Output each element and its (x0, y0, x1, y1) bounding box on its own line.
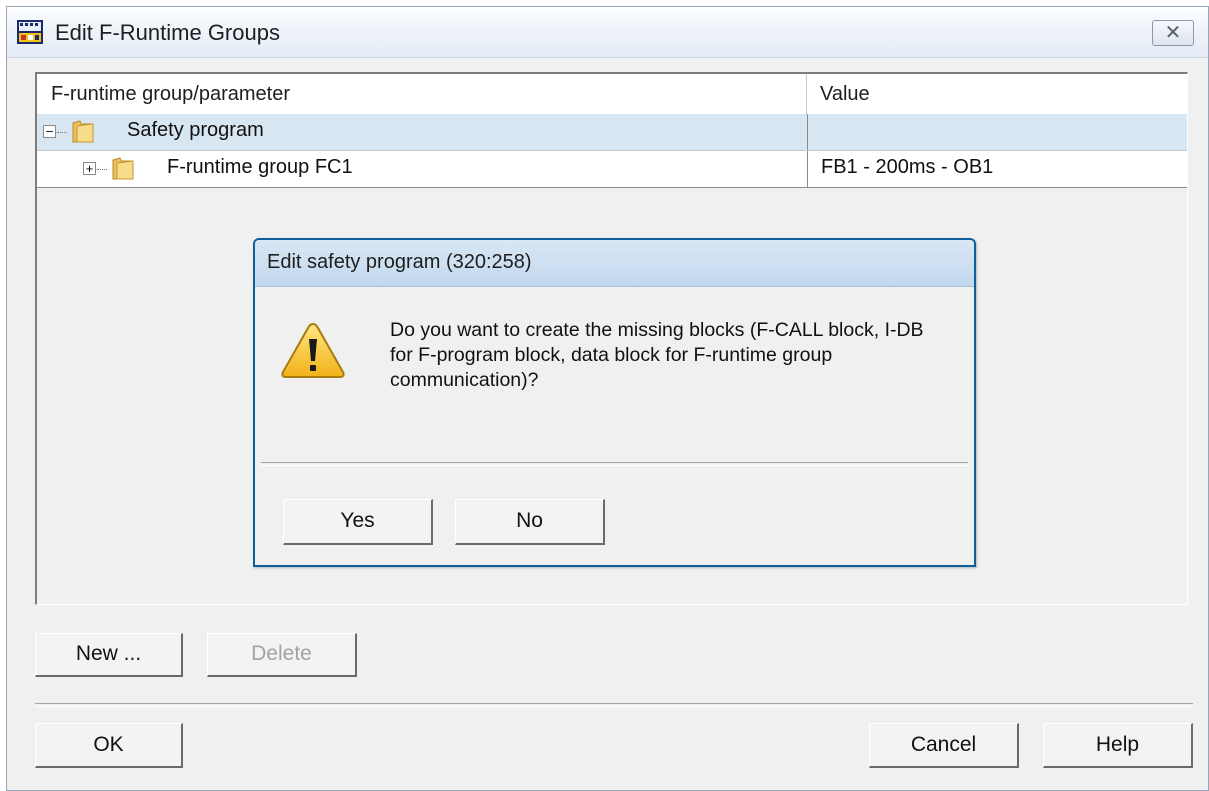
folder-icon (112, 157, 134, 180)
tree-row-f-runtime-group-fc1[interactable]: + F-runtime group FC1 FB1 - 200ms - OB1 (37, 151, 1187, 188)
no-button[interactable]: No (455, 499, 605, 545)
dialog-body: Do you want to create the missing blocks… (260, 287, 969, 462)
window-title: Edit F-Runtime Groups (55, 20, 280, 45)
column-header-value[interactable]: Value (808, 74, 1187, 114)
cancel-button[interactable]: Cancel (869, 723, 1019, 768)
close-button[interactable]: ✕ (1152, 20, 1194, 46)
edit-f-runtime-groups-window: Edit F-Runtime Groups ✕ F-runtime group/… (6, 6, 1209, 791)
dialog-separator (261, 462, 968, 466)
separator (35, 703, 1193, 707)
dialog-title: Edit safety program (320:258) (267, 251, 532, 273)
dialog-titlebar[interactable]: Edit safety program (320:258) (255, 240, 974, 287)
app-icon (17, 20, 43, 44)
column-divider (807, 151, 808, 187)
yes-button[interactable]: Yes (283, 499, 433, 545)
tree-row-value: FB1 - 200ms - OB1 (821, 156, 994, 178)
new-button[interactable]: New ... (35, 633, 183, 677)
column-divider (807, 114, 808, 150)
edit-safety-program-dialog: Edit safety program (320:258) Do you wan… (253, 238, 976, 567)
delete-button[interactable]: Delete (207, 633, 357, 677)
column-header-parameter[interactable]: F-runtime group/parameter (37, 74, 807, 114)
expand-icon[interactable]: + (83, 162, 96, 175)
close-icon: ✕ (1164, 22, 1182, 44)
collapse-icon[interactable]: − (43, 125, 56, 138)
help-button[interactable]: Help (1043, 723, 1193, 768)
tree-row-label: F-runtime group FC1 (167, 156, 353, 178)
tree-header: F-runtime group/parameter Value (37, 74, 1187, 115)
warning-icon (281, 322, 345, 378)
folder-icon (72, 120, 94, 143)
window-titlebar: Edit F-Runtime Groups ✕ (7, 7, 1208, 58)
tree-row-safety-program[interactable]: − Safety program (37, 114, 1187, 151)
tree-connector (97, 169, 107, 171)
dialog-message: Do you want to create the missing blocks… (390, 319, 924, 391)
ok-button[interactable]: OK (35, 723, 183, 768)
tree-row-label: Safety program (127, 119, 264, 141)
tree-connector (57, 132, 67, 134)
